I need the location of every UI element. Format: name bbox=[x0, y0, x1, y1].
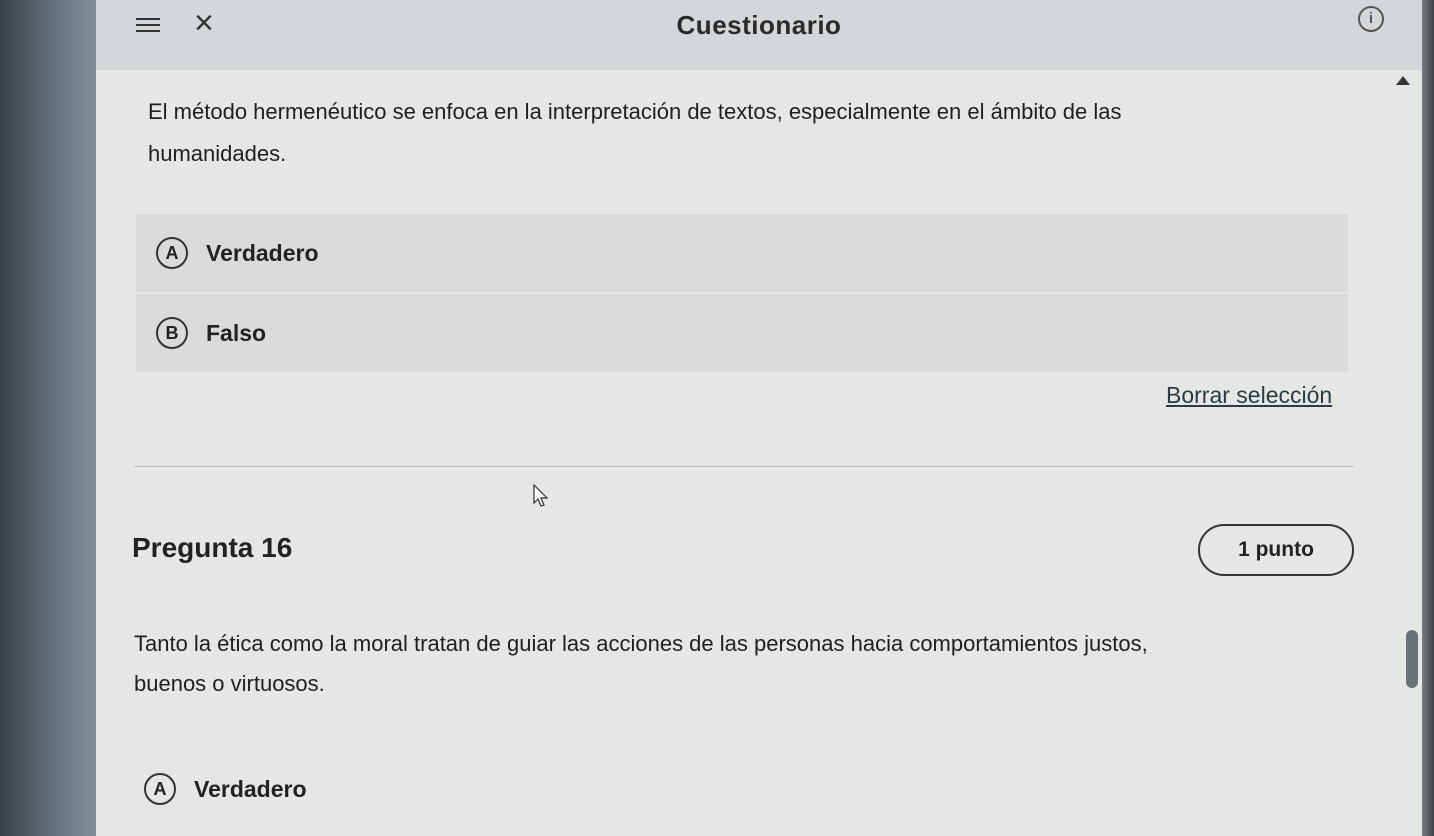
question-text-line: humanidades. bbox=[148, 141, 287, 166]
question-text-line: buenos o virtuosos. bbox=[134, 671, 325, 696]
scrollbar-thumb[interactable] bbox=[1406, 630, 1418, 688]
question-text-line: El método hermenéutico se enfoca en la i… bbox=[148, 99, 1122, 124]
mouse-pointer-icon bbox=[533, 484, 549, 507]
points-badge: 1 punto bbox=[1198, 524, 1354, 576]
top-bar: × Cuestionario i bbox=[96, 0, 1422, 70]
option-letter-badge: A bbox=[156, 237, 188, 269]
page-title: Cuestionario bbox=[676, 10, 842, 40]
option-label: Falso bbox=[206, 319, 267, 346]
option-label: Verdadero bbox=[206, 239, 319, 266]
scroll-up-arrow-icon[interactable] bbox=[1396, 76, 1410, 85]
question-number: Pregunta 16 bbox=[132, 532, 293, 563]
option-a-verdadero[interactable]: A Verdadero bbox=[124, 750, 1348, 828]
option-letter-badge: B bbox=[156, 317, 188, 349]
option-letter-badge: A bbox=[144, 773, 176, 805]
option-a-verdadero[interactable]: A Verdadero bbox=[136, 214, 1348, 292]
question-text-line: Tanto la ética como la moral tratan de g… bbox=[134, 631, 1148, 656]
clear-selection-link[interactable]: Borrar selección bbox=[1166, 382, 1332, 409]
question-divider bbox=[134, 466, 1354, 467]
option-label: Verdadero bbox=[194, 775, 307, 802]
info-icon[interactable]: i bbox=[1358, 6, 1384, 32]
quiz-screen: × Cuestionario i El método hermenéutico … bbox=[96, 0, 1422, 836]
screen-bezel-left bbox=[0, 0, 110, 836]
option-b-falso[interactable]: B Falso bbox=[136, 294, 1348, 372]
